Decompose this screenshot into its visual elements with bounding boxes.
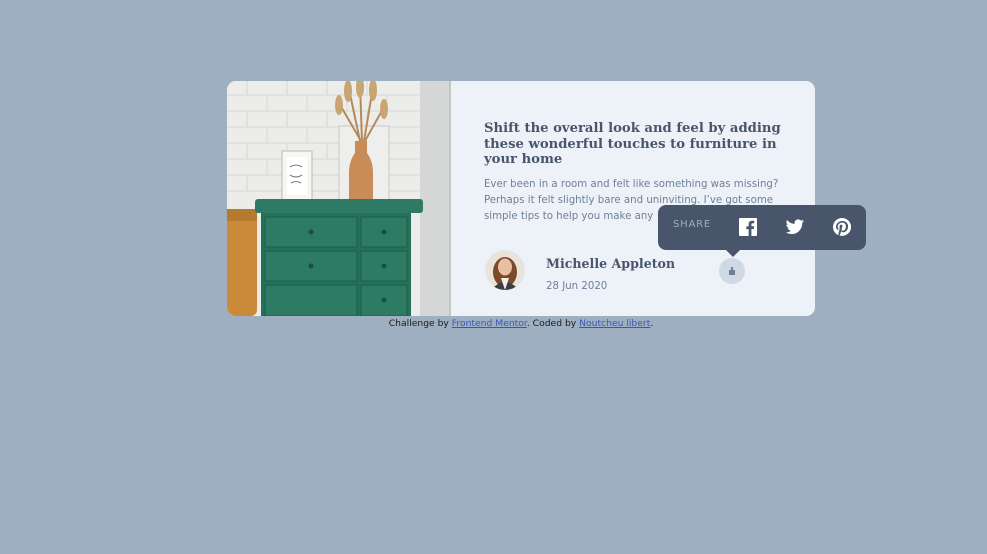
share-popup: SHARE <box>658 205 866 257</box>
publish-date: 28 Jun 2020 <box>546 281 608 292</box>
author-link[interactable]: Noutcheu libert <box>579 318 650 329</box>
share-button[interactable] <box>719 258 745 284</box>
avatar <box>485 250 525 290</box>
share-icon <box>729 267 735 275</box>
article-card: Shift the overall look and feel by addin… <box>227 81 815 316</box>
facebook-icon[interactable] <box>739 218 757 236</box>
attribution: Challenge by Frontend Mentor. Coded by N… <box>0 318 987 329</box>
author-name: Michelle Appleton <box>546 256 676 271</box>
drawers-image <box>227 81 451 316</box>
attribution-prefix: Challenge by <box>388 318 449 329</box>
frontend-mentor-link[interactable]: Frontend Mentor <box>452 318 527 329</box>
article-content: Shift the overall look and feel by addin… <box>451 81 815 316</box>
attribution-suffix: . <box>650 318 654 329</box>
share-label: SHARE <box>673 219 711 230</box>
article-headline: Shift the overall look and feel by addin… <box>484 121 781 168</box>
drawers-illustration <box>227 81 451 316</box>
twitter-icon[interactable] <box>786 218 804 236</box>
attribution-middle: . Coded by <box>526 318 577 329</box>
pinterest-icon[interactable] <box>833 218 851 236</box>
